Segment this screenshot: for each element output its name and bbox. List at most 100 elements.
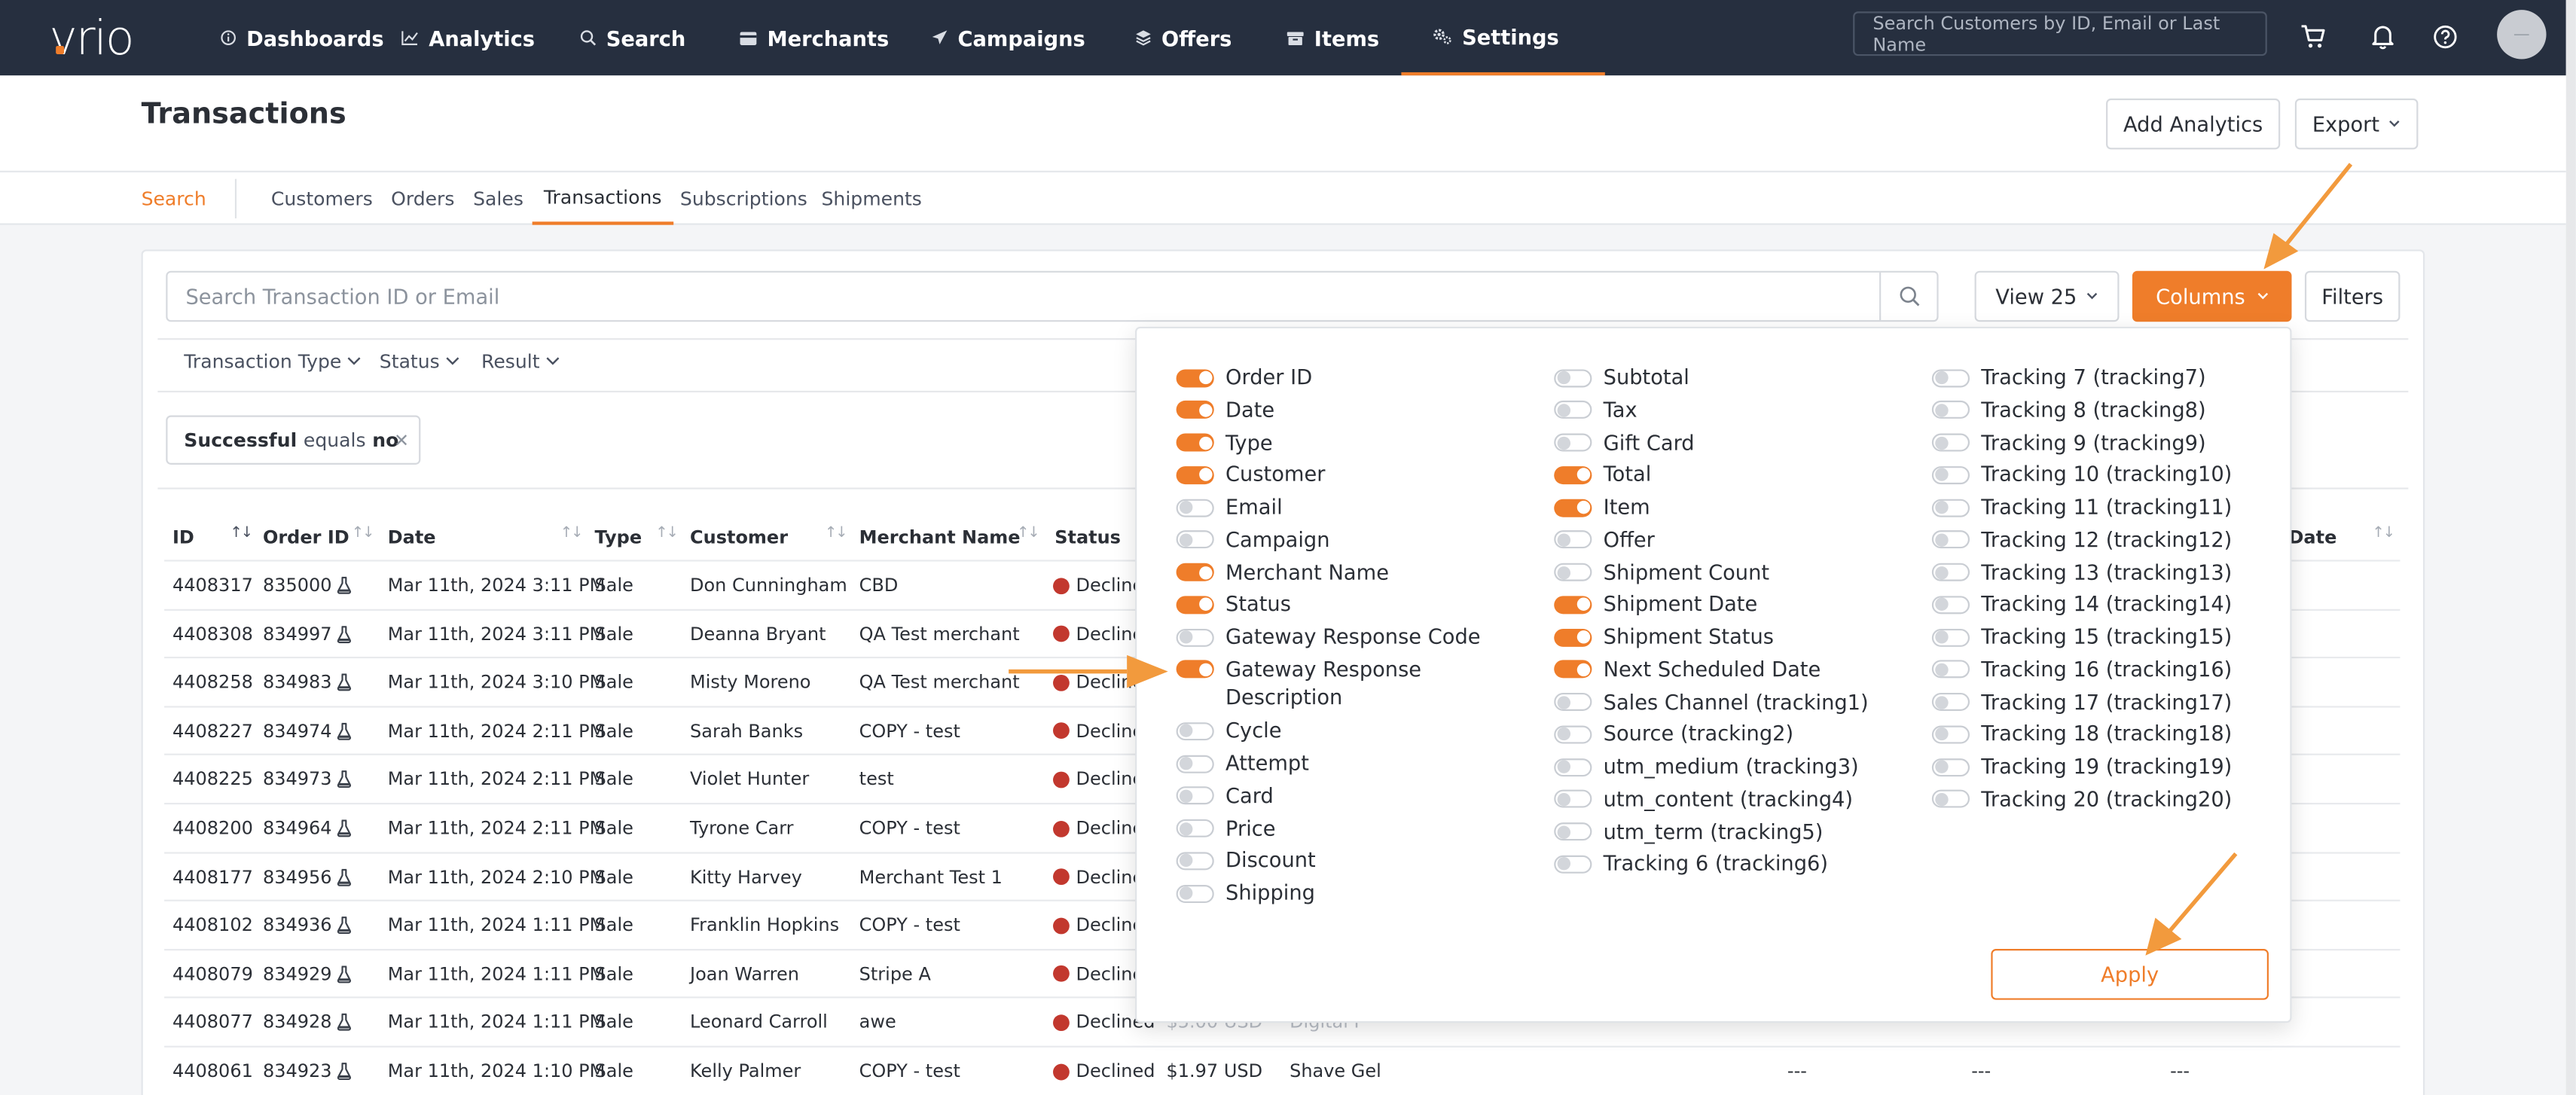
table-header-order-id[interactable]: Order ID	[263, 522, 349, 551]
nav-item-merchants[interactable]: Merchants	[739, 0, 889, 75]
cell-customer[interactable]: Kitty Harvey	[690, 853, 802, 901]
cell-order-id[interactable]: 834974	[263, 707, 352, 755]
cell-order-id[interactable]: 834936	[263, 901, 352, 949]
cell-customer[interactable]: Don Cunningham	[690, 562, 847, 609]
column-toggle-sales-channel-tracking1[interactable]: Sales Channel (tracking1)	[1554, 687, 1869, 715]
filter-dropdown-status[interactable]: Status	[380, 349, 459, 373]
tab-orders[interactable]: Orders	[391, 172, 454, 225]
filter-dropdown-result[interactable]: Result	[481, 349, 560, 373]
column-toggle-gift-card[interactable]: Gift Card	[1554, 428, 1695, 456]
toggle-off[interactable]	[1176, 819, 1214, 838]
column-toggle-shipping[interactable]: Shipping	[1176, 879, 1315, 907]
table-header-id[interactable]: ID	[172, 522, 194, 551]
add-analytics-button[interactable]: Add Analytics	[2106, 98, 2281, 150]
cell-customer[interactable]: Sarah Banks	[690, 707, 803, 755]
column-toggle-utm-medium-tracking3[interactable]: utm_medium (tracking3)	[1554, 752, 1859, 780]
column-toggle-attempt[interactable]: Attempt	[1176, 749, 1309, 777]
toggle-off[interactable]	[1554, 692, 1592, 711]
toggle-on[interactable]	[1554, 660, 1592, 679]
subnav-search[interactable]: Search	[142, 172, 206, 225]
toggle-off[interactable]	[1931, 758, 1970, 776]
cart-icon[interactable]	[2297, 20, 2330, 53]
column-toggle-tracking-14-tracking14[interactable]: Tracking 14 (tracking14)	[1931, 590, 2232, 618]
toggle-on[interactable]	[1176, 465, 1214, 484]
column-toggle-item[interactable]: Item	[1554, 493, 1650, 521]
sort-icon[interactable]: ↑↓	[560, 526, 584, 542]
cell-order-id[interactable]: 834964	[263, 804, 352, 852]
toggle-off[interactable]	[1931, 433, 1970, 452]
toggle-on[interactable]	[1176, 433, 1214, 452]
column-toggle-tracking-18-tracking18[interactable]: Tracking 18 (tracking18)	[1931, 719, 2232, 748]
active-filter-chip[interactable]: Successful equals no ✕	[166, 415, 421, 465]
cell-order-id[interactable]: 834923	[263, 1048, 352, 1095]
column-toggle-utm-content-tracking4[interactable]: utm_content (tracking4)	[1554, 784, 1853, 813]
help-icon[interactable]	[2428, 20, 2462, 53]
toggle-on[interactable]	[1554, 595, 1592, 614]
table-row[interactable]: 4408061 834923 Mar 11th, 2024 1:10 PM Sale K…	[164, 1045, 2401, 1095]
toggle-off[interactable]	[1554, 563, 1592, 581]
sort-icon[interactable]: ↑↓	[1017, 526, 1040, 542]
tab-sales[interactable]: Sales	[473, 172, 523, 225]
column-toggle-gateway-response-code[interactable]: Gateway Response Code	[1176, 622, 1481, 651]
toggle-off[interactable]	[1931, 563, 1970, 581]
column-toggle-tracking-8-tracking8[interactable]: Tracking 8 (tracking8)	[1931, 395, 2206, 424]
column-toggle-merchant-name[interactable]: Merchant Name	[1176, 557, 1389, 586]
column-toggle-tracking-17-tracking17[interactable]: Tracking 17 (tracking17)	[1931, 687, 2232, 715]
nav-item-items[interactable]: Items	[1286, 0, 1379, 75]
column-toggle-tracking-11-tracking11[interactable]: Tracking 11 (tracking11)	[1931, 493, 2232, 521]
user-avatar[interactable]: —	[2497, 10, 2547, 59]
table-header-customer[interactable]: Customer	[690, 522, 788, 551]
toggle-off[interactable]	[1931, 368, 1970, 387]
toggle-on[interactable]	[1176, 660, 1214, 679]
toggle-off[interactable]	[1554, 368, 1592, 387]
table-header-status[interactable]: Status	[1055, 522, 1121, 551]
tab-shipments[interactable]: Shipments	[822, 172, 922, 225]
column-toggle-gateway-response-description[interactable]: Gateway Response Description	[1176, 654, 1464, 712]
column-toggle-tracking-13-tracking13[interactable]: Tracking 13 (tracking13)	[1931, 557, 2232, 586]
cell-customer[interactable]: Leonard Carroll	[690, 999, 828, 1046]
column-toggle-subtotal[interactable]: Subtotal	[1554, 363, 1689, 392]
toggle-off[interactable]	[1176, 755, 1214, 773]
close-icon[interactable]: ✕	[394, 430, 409, 451]
toggle-off[interactable]	[1931, 595, 1970, 614]
page-scrollbar[interactable]	[2565, 0, 2576, 1095]
cell-order-id[interactable]: 834956	[263, 853, 352, 901]
column-toggle-cycle[interactable]: Cycle	[1176, 716, 1282, 745]
export-button[interactable]: Export	[2294, 98, 2419, 150]
toggle-on[interactable]	[1176, 401, 1214, 419]
toggle-on[interactable]	[1176, 595, 1214, 614]
nav-item-dashboards[interactable]: Dashboards	[220, 0, 384, 75]
column-toggle-tracking-15-tracking15[interactable]: Tracking 15 (tracking15)	[1931, 622, 2232, 651]
cell-customer[interactable]: Joan Warren	[690, 950, 799, 998]
toggle-off[interactable]	[1176, 722, 1214, 741]
column-toggle-tracking-7-tracking7[interactable]: Tracking 7 (tracking7)	[1931, 363, 2206, 392]
column-toggle-tracking-20-tracking20[interactable]: Tracking 20 (tracking20)	[1931, 784, 2232, 813]
column-toggle-card[interactable]: Card	[1176, 782, 1274, 810]
column-toggle-source-tracking2[interactable]: Source (tracking2)	[1554, 719, 1793, 748]
toggle-off[interactable]	[1554, 725, 1592, 743]
cell-customer[interactable]: Kelly Palmer	[690, 1048, 801, 1095]
column-toggle-tracking-16-tracking16[interactable]: Tracking 16 (tracking16)	[1931, 654, 2232, 683]
column-toggle-tracking-9-tracking9[interactable]: Tracking 9 (tracking9)	[1931, 428, 2206, 456]
toggle-off[interactable]	[1176, 627, 1214, 646]
filters-button[interactable]: Filters	[2304, 270, 2401, 322]
toggle-off[interactable]	[1554, 530, 1592, 549]
cell-customer[interactable]: Franklin Hopkins	[690, 901, 839, 949]
search-submit-button[interactable]	[1879, 272, 1937, 321]
column-toggle-tracking-12-tracking12[interactable]: Tracking 12 (tracking12)	[1931, 525, 2232, 554]
toggle-on[interactable]	[1176, 368, 1214, 387]
toggle-off[interactable]	[1931, 627, 1970, 646]
table-header-date[interactable]: Date	[388, 522, 436, 551]
cell-order-id[interactable]: 834973	[263, 756, 352, 804]
table-header-type[interactable]: Type	[595, 522, 642, 551]
column-toggle-shipment-count[interactable]: Shipment Count	[1554, 557, 1769, 586]
toggle-on[interactable]	[1554, 465, 1592, 484]
toggle-off[interactable]	[1176, 787, 1214, 806]
toggle-off[interactable]	[1554, 822, 1592, 841]
nav-item-campaigns[interactable]: Campaigns	[932, 0, 1085, 75]
column-toggle-tracking-10-tracking10[interactable]: Tracking 10 (tracking10)	[1931, 460, 2232, 489]
tab-transactions[interactable]: Transactions	[532, 172, 673, 225]
sort-icon[interactable]: ↑↓	[230, 526, 253, 542]
toggle-on[interactable]	[1554, 627, 1592, 646]
column-toggle-email[interactable]: Email	[1176, 493, 1283, 521]
